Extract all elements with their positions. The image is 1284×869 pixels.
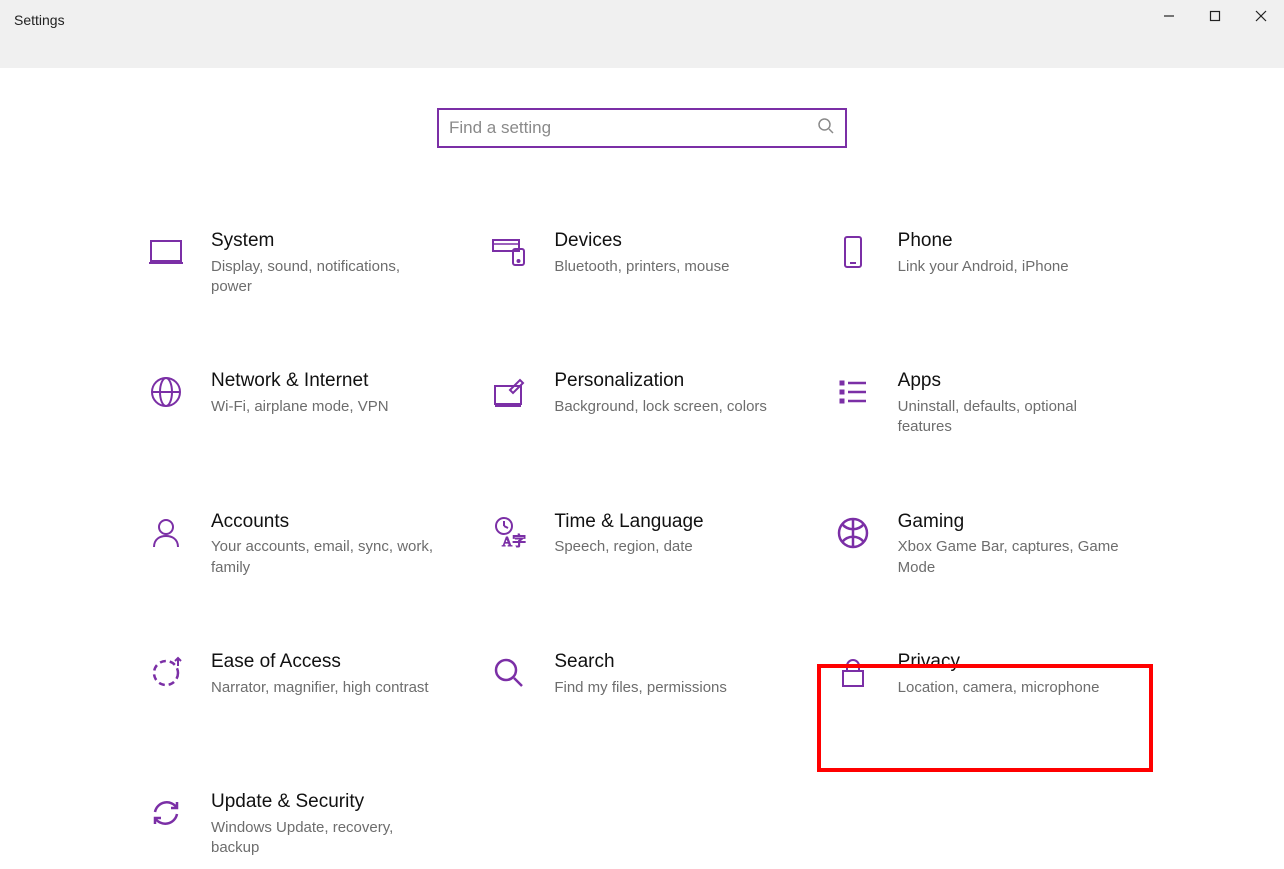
tile-subtitle: Xbox Game Bar, captures, Game Mode (898, 537, 1131, 578)
tile-title: Accounts (211, 510, 444, 534)
close-button[interactable] (1238, 0, 1284, 32)
accounts-icon (143, 510, 189, 556)
tile-title: Apps (898, 369, 1131, 393)
search-input[interactable] (449, 118, 817, 138)
tile-time-language[interactable]: A字 Time & Language Speech, region, date (480, 504, 803, 584)
tile-subtitle: Find my files, permissions (554, 678, 787, 698)
tile-update-security[interactable]: Update & Security Windows Update, recove… (137, 784, 460, 864)
time-language-icon: A字 (486, 510, 532, 556)
tile-subtitle: Background, lock screen, colors (554, 397, 787, 417)
minimize-button[interactable] (1146, 0, 1192, 32)
tile-title: System (211, 229, 444, 253)
lock-icon (830, 650, 876, 696)
tile-title: Privacy (898, 650, 1131, 674)
tile-subtitle: Link your Android, iPhone (898, 257, 1131, 277)
tile-title: Devices (554, 229, 787, 253)
search-tile-icon (486, 650, 532, 696)
ease-of-access-icon (143, 650, 189, 696)
tile-ease-of-access[interactable]: Ease of Access Narrator, magnifier, high… (137, 644, 460, 724)
tile-search[interactable]: Search Find my files, permissions (480, 644, 803, 724)
svg-text:A字: A字 (502, 534, 526, 550)
maximize-button[interactable] (1192, 0, 1238, 32)
devices-icon (486, 229, 532, 275)
tile-title: Search (554, 650, 787, 674)
tile-title: Network & Internet (211, 369, 444, 393)
window-title: Settings (14, 12, 65, 28)
tile-subtitle: Display, sound, notifications, power (211, 257, 444, 298)
titlebar: Settings (0, 0, 1284, 68)
tile-accounts[interactable]: Accounts Your accounts, email, sync, wor… (137, 504, 460, 584)
tile-title: Time & Language (554, 510, 787, 534)
tile-title: Ease of Access (211, 650, 444, 674)
update-icon (143, 790, 189, 836)
tile-subtitle: Narrator, magnifier, high contrast (211, 678, 444, 698)
tile-phone[interactable]: Phone Link your Android, iPhone (824, 223, 1147, 303)
tile-subtitle: Your accounts, email, sync, work, family (211, 537, 444, 578)
tile-apps[interactable]: Apps Uninstall, defaults, optional featu… (824, 363, 1147, 443)
settings-tiles-grid: System Display, sound, notifications, po… (137, 223, 1147, 864)
tile-devices[interactable]: Devices Bluetooth, printers, mouse (480, 223, 803, 303)
phone-icon (830, 229, 876, 275)
tile-title: Update & Security (211, 790, 444, 814)
search-box[interactable] (437, 108, 847, 148)
tile-subtitle: Location, camera, microphone (898, 678, 1131, 698)
tile-title: Personalization (554, 369, 787, 393)
tile-gaming[interactable]: Gaming Xbox Game Bar, captures, Game Mod… (824, 504, 1147, 584)
tile-personalization[interactable]: Personalization Background, lock screen,… (480, 363, 803, 443)
content-area: System Display, sound, notifications, po… (0, 68, 1284, 864)
tile-subtitle: Bluetooth, printers, mouse (554, 257, 787, 277)
tile-subtitle: Uninstall, defaults, optional features (898, 397, 1131, 438)
gaming-icon (830, 510, 876, 556)
tile-title: Phone (898, 229, 1131, 253)
tile-subtitle: Windows Update, recovery, backup (211, 818, 444, 859)
tile-subtitle: Speech, region, date (554, 537, 787, 557)
tile-title: Gaming (898, 510, 1131, 534)
tile-network[interactable]: Network & Internet Wi-Fi, airplane mode,… (137, 363, 460, 443)
globe-icon (143, 369, 189, 415)
tile-privacy[interactable]: Privacy Location, camera, microphone (824, 644, 1147, 724)
tile-system[interactable]: System Display, sound, notifications, po… (137, 223, 460, 303)
system-icon (143, 229, 189, 275)
search-icon (817, 117, 835, 140)
personalization-icon (486, 369, 532, 415)
window-controls (1146, 0, 1284, 32)
tile-subtitle: Wi-Fi, airplane mode, VPN (211, 397, 444, 417)
apps-icon (830, 369, 876, 415)
